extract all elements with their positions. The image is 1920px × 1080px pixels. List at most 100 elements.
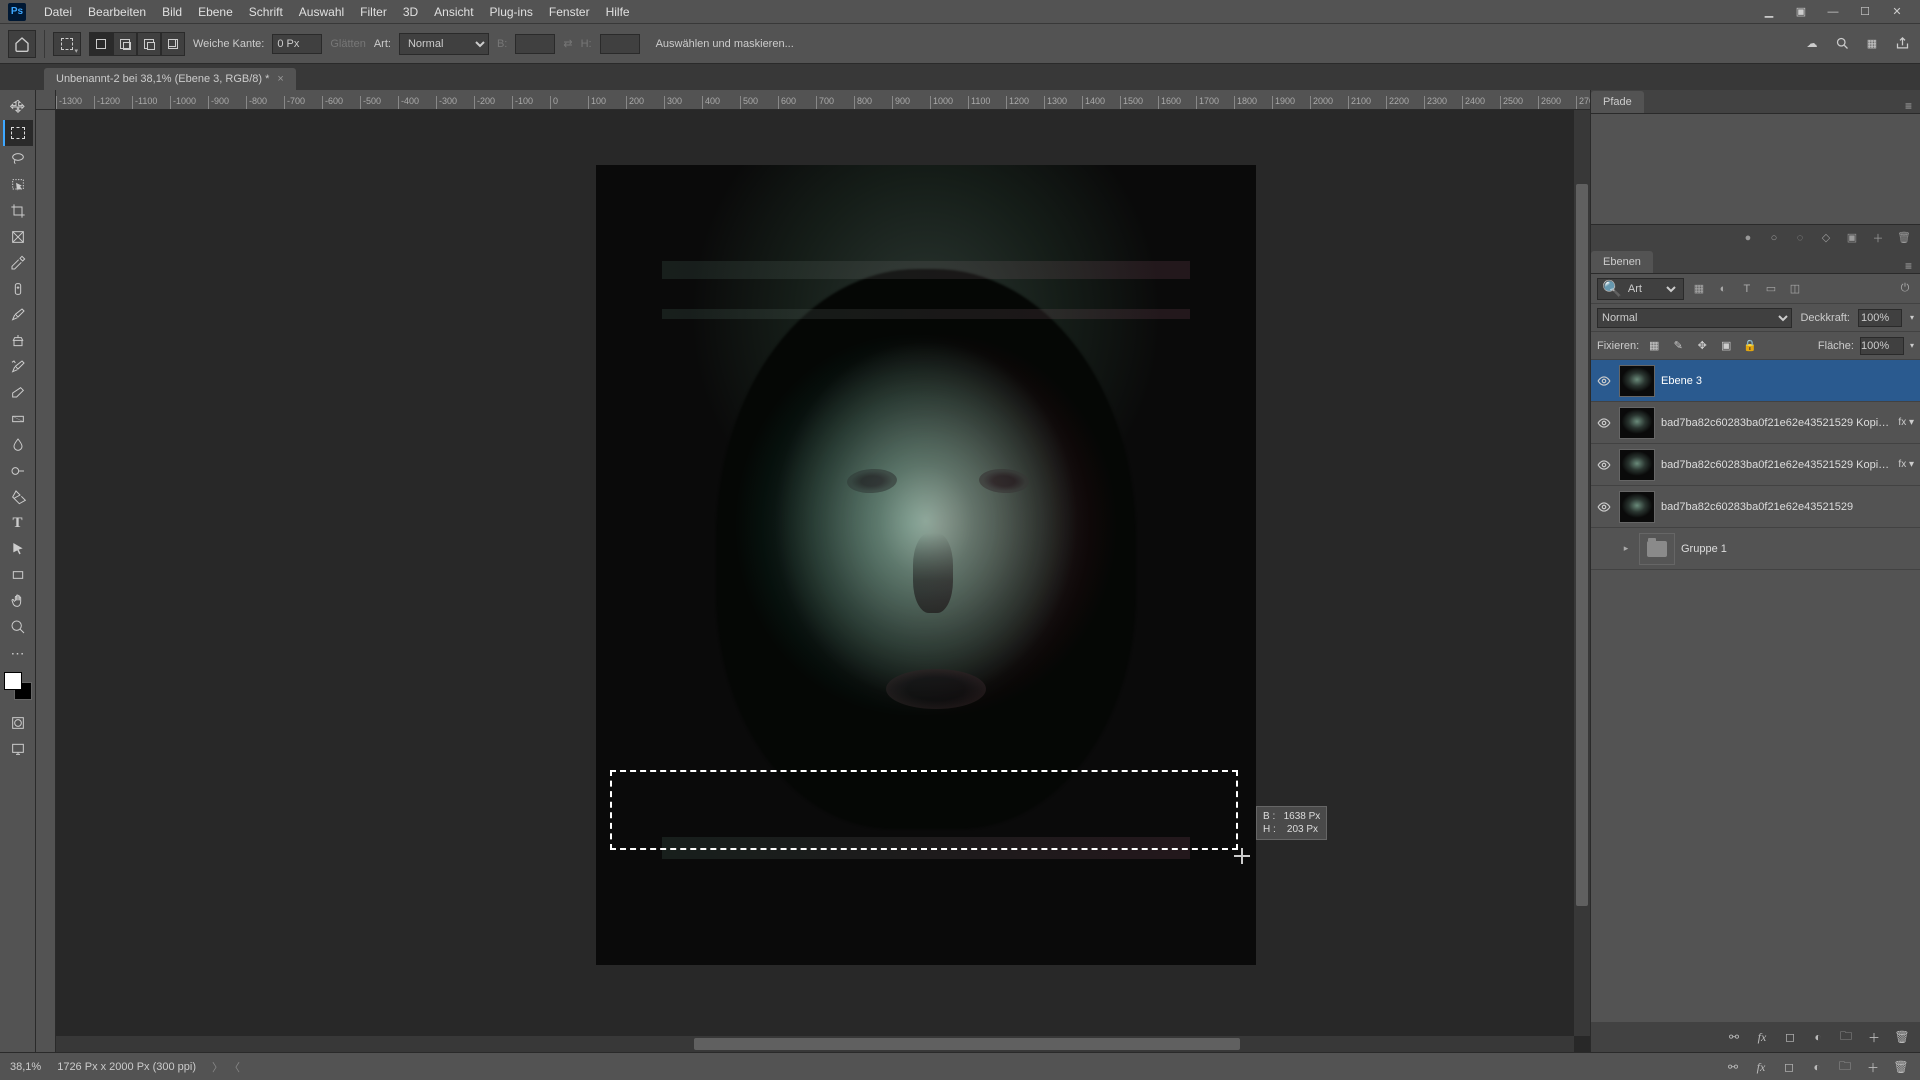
selection-intersect-button[interactable] (161, 32, 185, 56)
opacity-input[interactable] (1858, 309, 1902, 327)
adjustment-tray-icon[interactable]: ◐ (1808, 1058, 1826, 1076)
layer-thumbnail[interactable] (1619, 407, 1655, 439)
group-layers-icon[interactable]: 🗀 (1838, 1029, 1854, 1045)
selection-new-button[interactable] (89, 32, 113, 56)
lock-pixels-icon[interactable]: ✎ (1669, 337, 1687, 355)
tab-pfade[interactable]: Pfade (1591, 91, 1644, 113)
minimize-button[interactable]: — (1818, 2, 1848, 22)
rectangle-tool[interactable] (3, 562, 33, 588)
dodge-tool[interactable] (3, 458, 33, 484)
add-mask-icon[interactable]: ▣ (1844, 230, 1860, 246)
crop-tool[interactable] (3, 198, 33, 224)
fill-caret-icon[interactable]: ▾ (1910, 341, 1914, 350)
layer-thumbnail[interactable] (1619, 491, 1655, 523)
lock-transparency-icon[interactable]: ▦ (1645, 337, 1663, 355)
maximize-button[interactable]: ☐ (1850, 2, 1880, 22)
new-tray-icon[interactable]: ＋ (1864, 1058, 1882, 1076)
quick-mask-toggle[interactable] (3, 710, 33, 736)
workspace-icon[interactable]: ▦ (1862, 34, 1882, 54)
layer-row[interactable]: ▸ Gruppe 1 (1591, 528, 1920, 570)
tab-ebenen[interactable]: Ebenen (1591, 251, 1653, 273)
blend-mode-select[interactable]: Normal (1597, 308, 1792, 328)
document-tab[interactable]: Unbenannt-2 bei 38,1% (Ebene 3, RGB/8) *… (44, 68, 296, 90)
fill-input[interactable] (1860, 337, 1904, 355)
close-tab-icon[interactable]: × (277, 73, 283, 85)
document-info[interactable]: 1726 Px x 2000 Px (300 ppi) (57, 1061, 196, 1073)
feather-input[interactable] (272, 34, 322, 54)
lock-artboard-icon[interactable]: ▣ (1717, 337, 1735, 355)
menu-plugins[interactable]: Plug-ins (482, 5, 541, 19)
delete-path-icon[interactable]: 🗑 (1896, 230, 1912, 246)
layer-visibility-toggle[interactable] (1595, 456, 1613, 474)
foreground-color-swatch[interactable] (4, 672, 22, 690)
zoom-tool[interactable] (3, 614, 33, 640)
layer-visibility-toggle[interactable] (1595, 414, 1613, 432)
layer-name[interactable]: bad7ba82c60283ba0f21e62e43521529 Kopie 4 (1661, 417, 1890, 429)
layer-mask-icon[interactable]: ◻ (1782, 1029, 1798, 1045)
home-button[interactable] (8, 30, 36, 58)
layer-thumbnail[interactable] (1639, 533, 1675, 565)
color-swatches[interactable] (4, 672, 32, 700)
layer-row[interactable]: Ebene 3 (1591, 360, 1920, 402)
layer-row[interactable]: bad7ba82c60283ba0f21e62e43521529 (1591, 486, 1920, 528)
panel-menu-icon[interactable]: ≡ (1897, 259, 1920, 273)
horizontal-scrollbar[interactable] (56, 1036, 1574, 1052)
lock-position-icon[interactable]: ✥ (1693, 337, 1711, 355)
menu-ansicht[interactable]: Ansicht (426, 5, 481, 19)
menu-bild[interactable]: Bild (154, 5, 190, 19)
layer-name[interactable]: Ebene 3 (1661, 375, 1916, 387)
path-to-selection-icon[interactable]: ◌ (1792, 230, 1808, 246)
adjustment-layer-icon[interactable]: ◐ (1810, 1029, 1826, 1045)
layer-visibility-toggle[interactable] (1595, 540, 1613, 558)
new-layer-icon[interactable]: ＋ (1866, 1029, 1882, 1045)
style-select[interactable]: Normal (399, 33, 489, 55)
close-button[interactable]: ✕ (1882, 2, 1912, 22)
hand-tool[interactable] (3, 588, 33, 614)
new-path-icon[interactable]: ＋ (1870, 230, 1886, 246)
layer-visibility-toggle[interactable] (1595, 372, 1613, 390)
zoom-level[interactable]: 38,1% (10, 1061, 41, 1073)
group-tray-icon[interactable]: 🗀 (1836, 1058, 1854, 1076)
mask-tray-icon[interactable]: ◻ (1780, 1058, 1798, 1076)
healing-brush-tool[interactable] (3, 276, 33, 302)
brush-tool[interactable] (3, 302, 33, 328)
stroke-path-icon[interactable]: ○ (1766, 230, 1782, 246)
tool-preset-picker[interactable] (53, 32, 81, 56)
expand-group-icon[interactable]: ▸ (1619, 543, 1633, 554)
menu-filter[interactable]: Filter (352, 5, 395, 19)
layer-thumbnail[interactable] (1619, 365, 1655, 397)
layer-thumbnail[interactable] (1619, 449, 1655, 481)
fill-path-icon[interactable]: ● (1740, 230, 1756, 246)
pen-tool[interactable] (3, 484, 33, 510)
menu-hilfe[interactable]: Hilfe (598, 5, 638, 19)
selection-to-path-icon[interactable]: ◇ (1818, 230, 1834, 246)
lasso-tool[interactable] (3, 146, 33, 172)
gradient-tool[interactable] (3, 406, 33, 432)
menu-fenster[interactable]: Fenster (541, 5, 598, 19)
move-tool[interactable] (3, 94, 33, 120)
path-selection-tool[interactable] (3, 536, 33, 562)
select-and-mask-button[interactable]: Auswählen und maskieren... (648, 34, 802, 54)
share-icon[interactable] (1892, 34, 1912, 54)
fx-tray-icon[interactable]: fx (1752, 1058, 1770, 1076)
link-layers-icon[interactable]: ⚯ (1726, 1029, 1742, 1045)
selection-marquee[interactable] (610, 770, 1238, 850)
layer-name[interactable]: Gruppe 1 (1681, 543, 1916, 555)
search-icon[interactable] (1832, 34, 1852, 54)
vertical-scrollbar[interactable] (1574, 110, 1590, 1036)
link-layers-tray-icon[interactable]: ⚯ (1724, 1058, 1742, 1076)
object-selection-tool[interactable] (3, 172, 33, 198)
layer-style-icon[interactable]: fx (1754, 1029, 1770, 1045)
lock-all-icon[interactable]: 🔒 (1741, 337, 1759, 355)
delete-tray-icon[interactable]: 🗑 (1892, 1058, 1910, 1076)
selection-subtract-button[interactable] (137, 32, 161, 56)
rectangular-marquee-tool[interactable] (3, 120, 33, 146)
filter-smart-icon[interactable]: ◫ (1786, 280, 1804, 298)
eyedropper-tool[interactable] (3, 250, 33, 276)
layer-filter-kind[interactable]: 🔍 Art (1597, 278, 1684, 300)
filter-shape-icon[interactable]: ▭ (1762, 280, 1780, 298)
layer-fx-badge[interactable]: fx ▾ (1896, 417, 1916, 428)
filter-type-icon[interactable]: T (1738, 280, 1756, 298)
filter-adjustment-icon[interactable]: ◐ (1714, 280, 1732, 298)
delete-layer-icon[interactable]: 🗑 (1894, 1029, 1910, 1045)
